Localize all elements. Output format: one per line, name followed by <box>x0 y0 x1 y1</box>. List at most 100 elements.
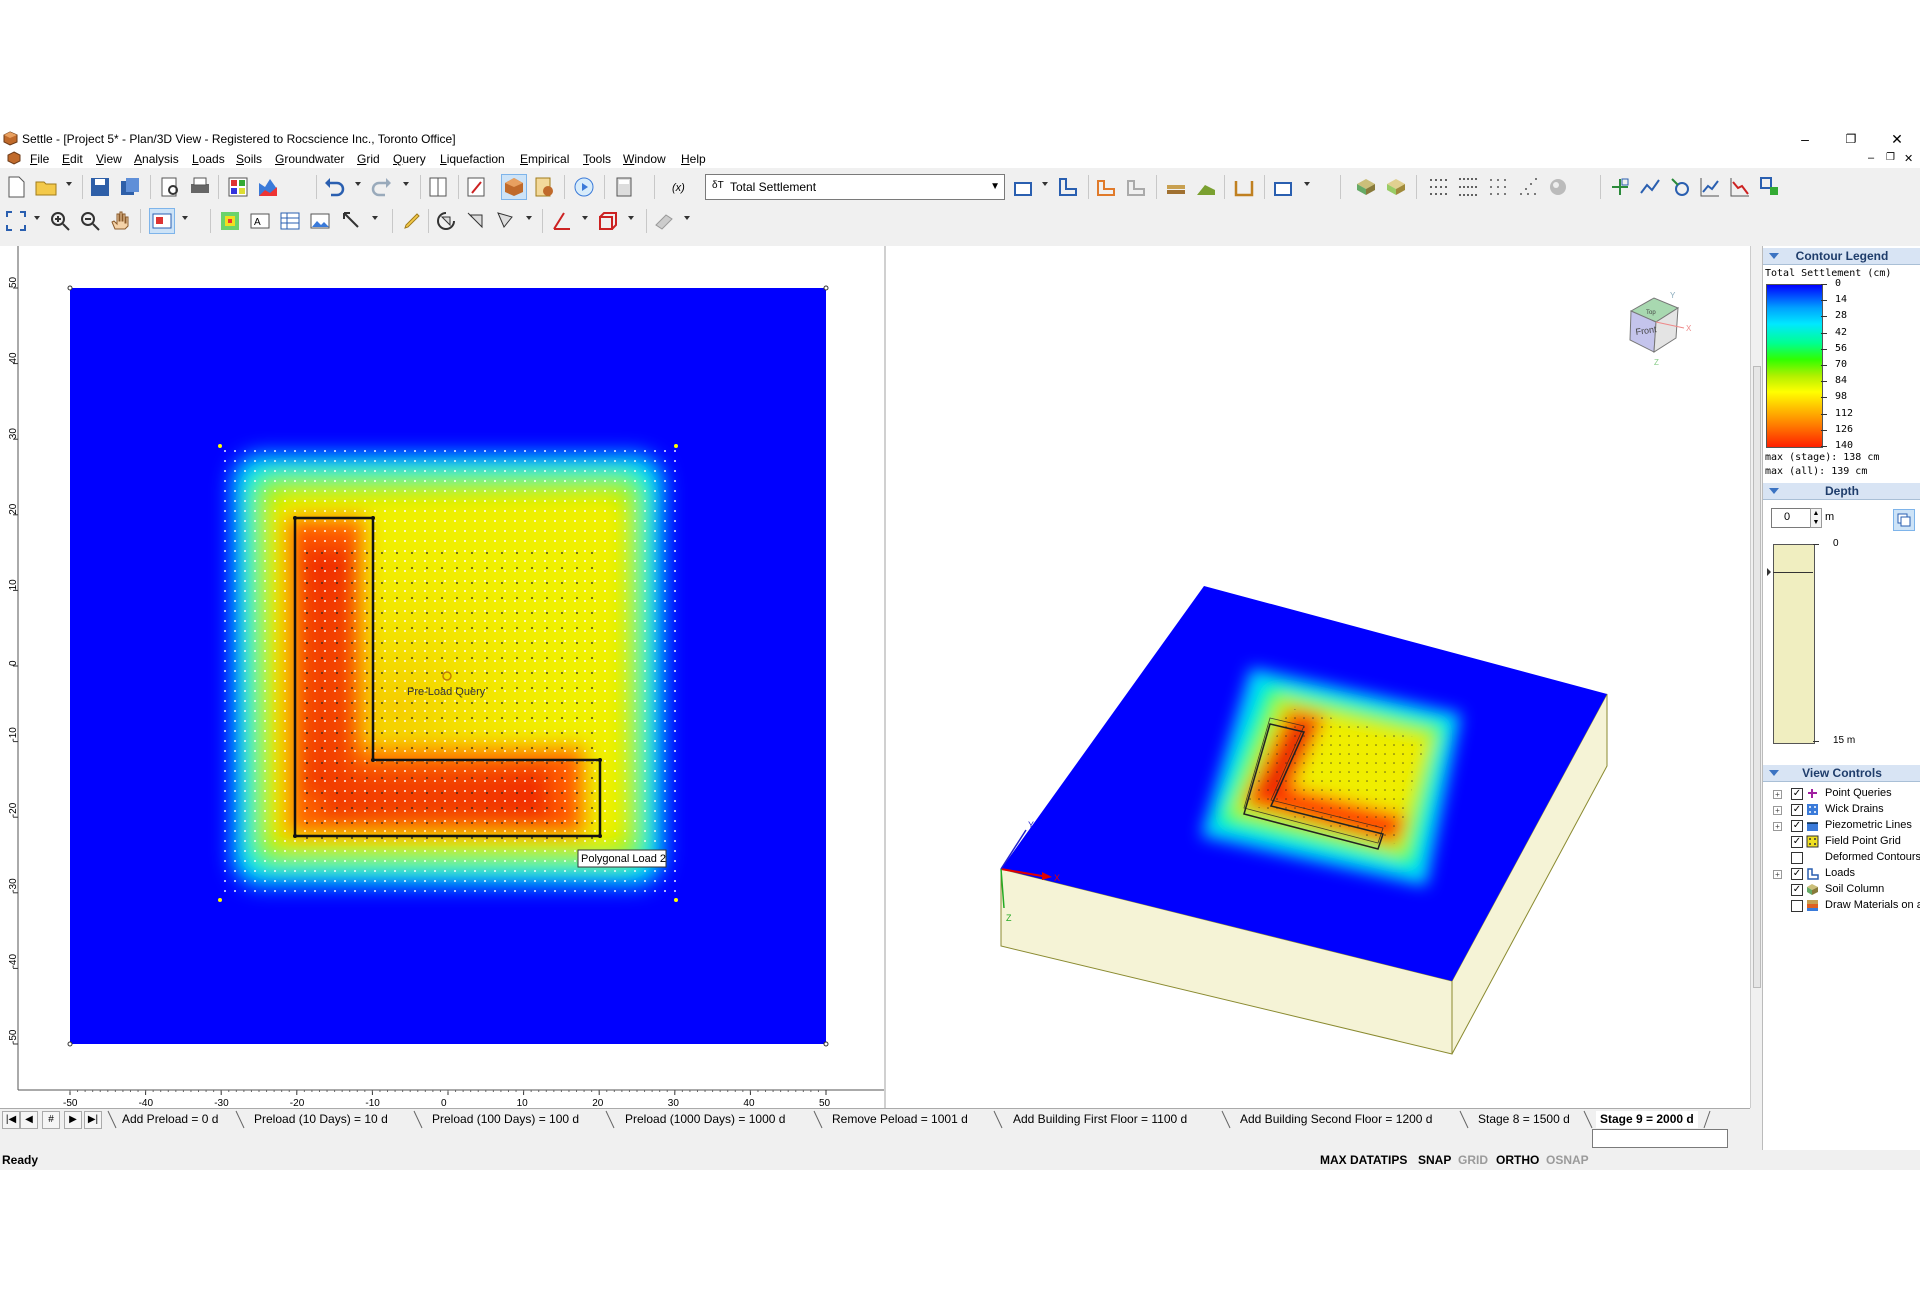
eraser-icon[interactable] <box>652 209 676 233</box>
open-folder-icon[interactable] <box>34 175 58 199</box>
status-grid[interactable]: GRID <box>1458 1153 1488 1167</box>
table-icon[interactable] <box>278 209 302 233</box>
edit-drawing-icon[interactable] <box>464 175 488 199</box>
query-table-icon[interactable] <box>1758 175 1782 199</box>
checkbox[interactable]: ✓ <box>1791 868 1803 880</box>
pencil-icon[interactable] <box>400 209 424 233</box>
embankment-icon[interactable] <box>1094 175 1118 199</box>
depth-header[interactable]: Depth <box>1763 483 1920 500</box>
redo-icon[interactable] <box>370 175 394 199</box>
pan-hand-icon[interactable] <box>108 209 132 233</box>
status-ortho[interactable]: ORTHO <box>1496 1153 1539 1167</box>
3d-view-canvas[interactable]: X Y Z Front Top X Y Z <box>886 246 1750 1108</box>
new-file-icon[interactable] <box>4 175 28 199</box>
view-control-draw-materials[interactable]: Draw Materials on all <box>1763 898 1920 914</box>
select-region-icon[interactable] <box>494 209 518 233</box>
result-type-select[interactable]: δT Total Settlement ▼ <box>705 174 1005 200</box>
navigation-cube[interactable]: Front Top X Y Z <box>1629 291 1692 367</box>
mdi-minimize-button[interactable]: – <box>1868 152 1874 164</box>
view-control-field-point-grid[interactable]: ✓ Field Point Grid <box>1763 834 1920 850</box>
view-control-loads[interactable]: + ✓ Loads <box>1763 866 1920 882</box>
view-control-soil-column[interactable]: ✓ Soil Column <box>1763 882 1920 898</box>
menu-groundwater[interactable]: Groundwater <box>275 152 344 166</box>
add-query-point-icon[interactable] <box>1608 175 1632 199</box>
zoom-in-icon[interactable] <box>48 209 72 233</box>
close-button[interactable]: ✕ <box>1874 128 1920 150</box>
view-control-deformed-contours[interactable]: Deformed Contours <box>1763 850 1920 866</box>
text-box-icon[interactable]: A <box>248 209 272 233</box>
bounding-box-dropdown-arrow[interactable] <box>628 216 634 220</box>
sphere-icon[interactable] <box>1546 175 1570 199</box>
rotate-axis-icon[interactable] <box>464 209 488 233</box>
graph-time-icon[interactable] <box>1728 175 1752 199</box>
data-grid-icon[interactable] <box>226 175 250 199</box>
soil-block-icon[interactable] <box>1354 175 1378 199</box>
menu-loads[interactable]: Loads <box>192 152 225 166</box>
checkbox[interactable] <box>1791 852 1803 864</box>
minimize-button[interactable]: – <box>1782 128 1828 150</box>
checkbox[interactable]: ✓ <box>1791 884 1803 896</box>
field-grid-icon[interactable] <box>1426 175 1450 199</box>
undo-icon[interactable] <box>322 175 346 199</box>
select-region-dropdown-arrow[interactable] <box>526 216 532 220</box>
checkbox[interactable]: ✓ <box>1791 788 1803 800</box>
tile-windows-icon[interactable] <box>426 175 450 199</box>
graph-query-icon[interactable] <box>1698 175 1722 199</box>
eraser-dropdown-arrow[interactable] <box>684 216 690 220</box>
menu-empirical[interactable]: Empirical <box>520 152 569 166</box>
add-load-dropdown-arrow[interactable] <box>1042 182 1048 186</box>
arrow-tool-dropdown-arrow[interactable] <box>372 216 378 220</box>
checkbox[interactable]: ✓ <box>1791 804 1803 816</box>
field-grid-dense-icon[interactable] <box>1456 175 1480 199</box>
display-options-icon[interactable] <box>149 208 175 234</box>
mdi-restore-button[interactable]: ❐ <box>1886 152 1895 163</box>
function-icon[interactable]: (x) <box>672 182 685 194</box>
excavation-icon[interactable] <box>1124 175 1148 199</box>
calculator-icon[interactable] <box>612 175 636 199</box>
checkbox[interactable]: ✓ <box>1791 820 1803 832</box>
checkbox[interactable] <box>1791 900 1803 912</box>
soil-layers-icon[interactable] <box>1164 175 1188 199</box>
expand-icon[interactable]: + <box>1773 806 1782 815</box>
redo-dropdown-arrow[interactable] <box>403 182 409 186</box>
polygon-load-icon[interactable] <box>1056 175 1080 199</box>
menu-analysis[interactable]: Analysis <box>134 152 179 166</box>
image-icon[interactable] <box>308 209 332 233</box>
measure-dropdown-arrow[interactable] <box>582 216 588 220</box>
arrow-tool-icon[interactable] <box>340 209 364 233</box>
plan-view-canvas[interactable]: Pre-Load Query Polygonal Load 2 -50 -40 -3… <box>0 246 884 1108</box>
view-control-piezometric-lines[interactable]: + ✓ Piezometric Lines <box>1763 818 1920 834</box>
stage-input-field[interactable] <box>1592 1129 1728 1148</box>
piezometric-dropdown-arrow[interactable] <box>1304 182 1310 186</box>
interpret-icon[interactable] <box>532 175 556 199</box>
open-dropdown-arrow[interactable] <box>66 182 72 186</box>
restore-button[interactable]: ❐ <box>1828 128 1874 150</box>
field-grid-polygon-icon[interactable] <box>1516 175 1540 199</box>
field-grid-auto-icon[interactable] <box>1486 175 1510 199</box>
print-icon[interactable] <box>188 175 212 199</box>
piezometric-line-icon[interactable] <box>1272 175 1296 199</box>
save-icon[interactable] <box>88 175 112 199</box>
view-control-point-queries[interactable]: + ✓ Point Queries <box>1763 786 1920 802</box>
status-snap[interactable]: SNAP <box>1418 1153 1451 1167</box>
view-control-wick-drains[interactable]: + ✓ Wick Drains <box>1763 802 1920 818</box>
zoom-extents-icon[interactable] <box>4 209 28 233</box>
add-load-icon[interactable] <box>1012 175 1036 199</box>
wick-drain-icon[interactable] <box>1232 175 1256 199</box>
plan-view-pane[interactable]: Pre-Load Query Polygonal Load 2 -50 -40 -3… <box>0 246 886 1108</box>
bounding-box-icon[interactable] <box>596 209 620 233</box>
depth-spinner[interactable]: ▲ ▼ <box>1810 508 1822 528</box>
print-preview-icon[interactable] <box>158 175 182 199</box>
menu-query[interactable]: Query <box>393 152 426 166</box>
save-as-icon[interactable] <box>118 175 142 199</box>
status-osnap[interactable]: OSNAP <box>1546 1153 1589 1167</box>
zoom-dropdown-arrow[interactable] <box>34 216 40 220</box>
measure-angle-icon[interactable] <box>550 209 574 233</box>
view-controls-header[interactable]: View Controls <box>1763 765 1920 782</box>
3d-view-pane[interactable]: X Y Z Front Top X Y Z <box>886 246 1750 1108</box>
zoom-out-icon[interactable] <box>78 209 102 233</box>
time-query-icon[interactable] <box>1668 175 1692 199</box>
menu-view[interactable]: View <box>96 152 122 166</box>
soil-profile-icon[interactable] <box>1194 175 1218 199</box>
display-options-dropdown-arrow[interactable] <box>182 216 188 220</box>
